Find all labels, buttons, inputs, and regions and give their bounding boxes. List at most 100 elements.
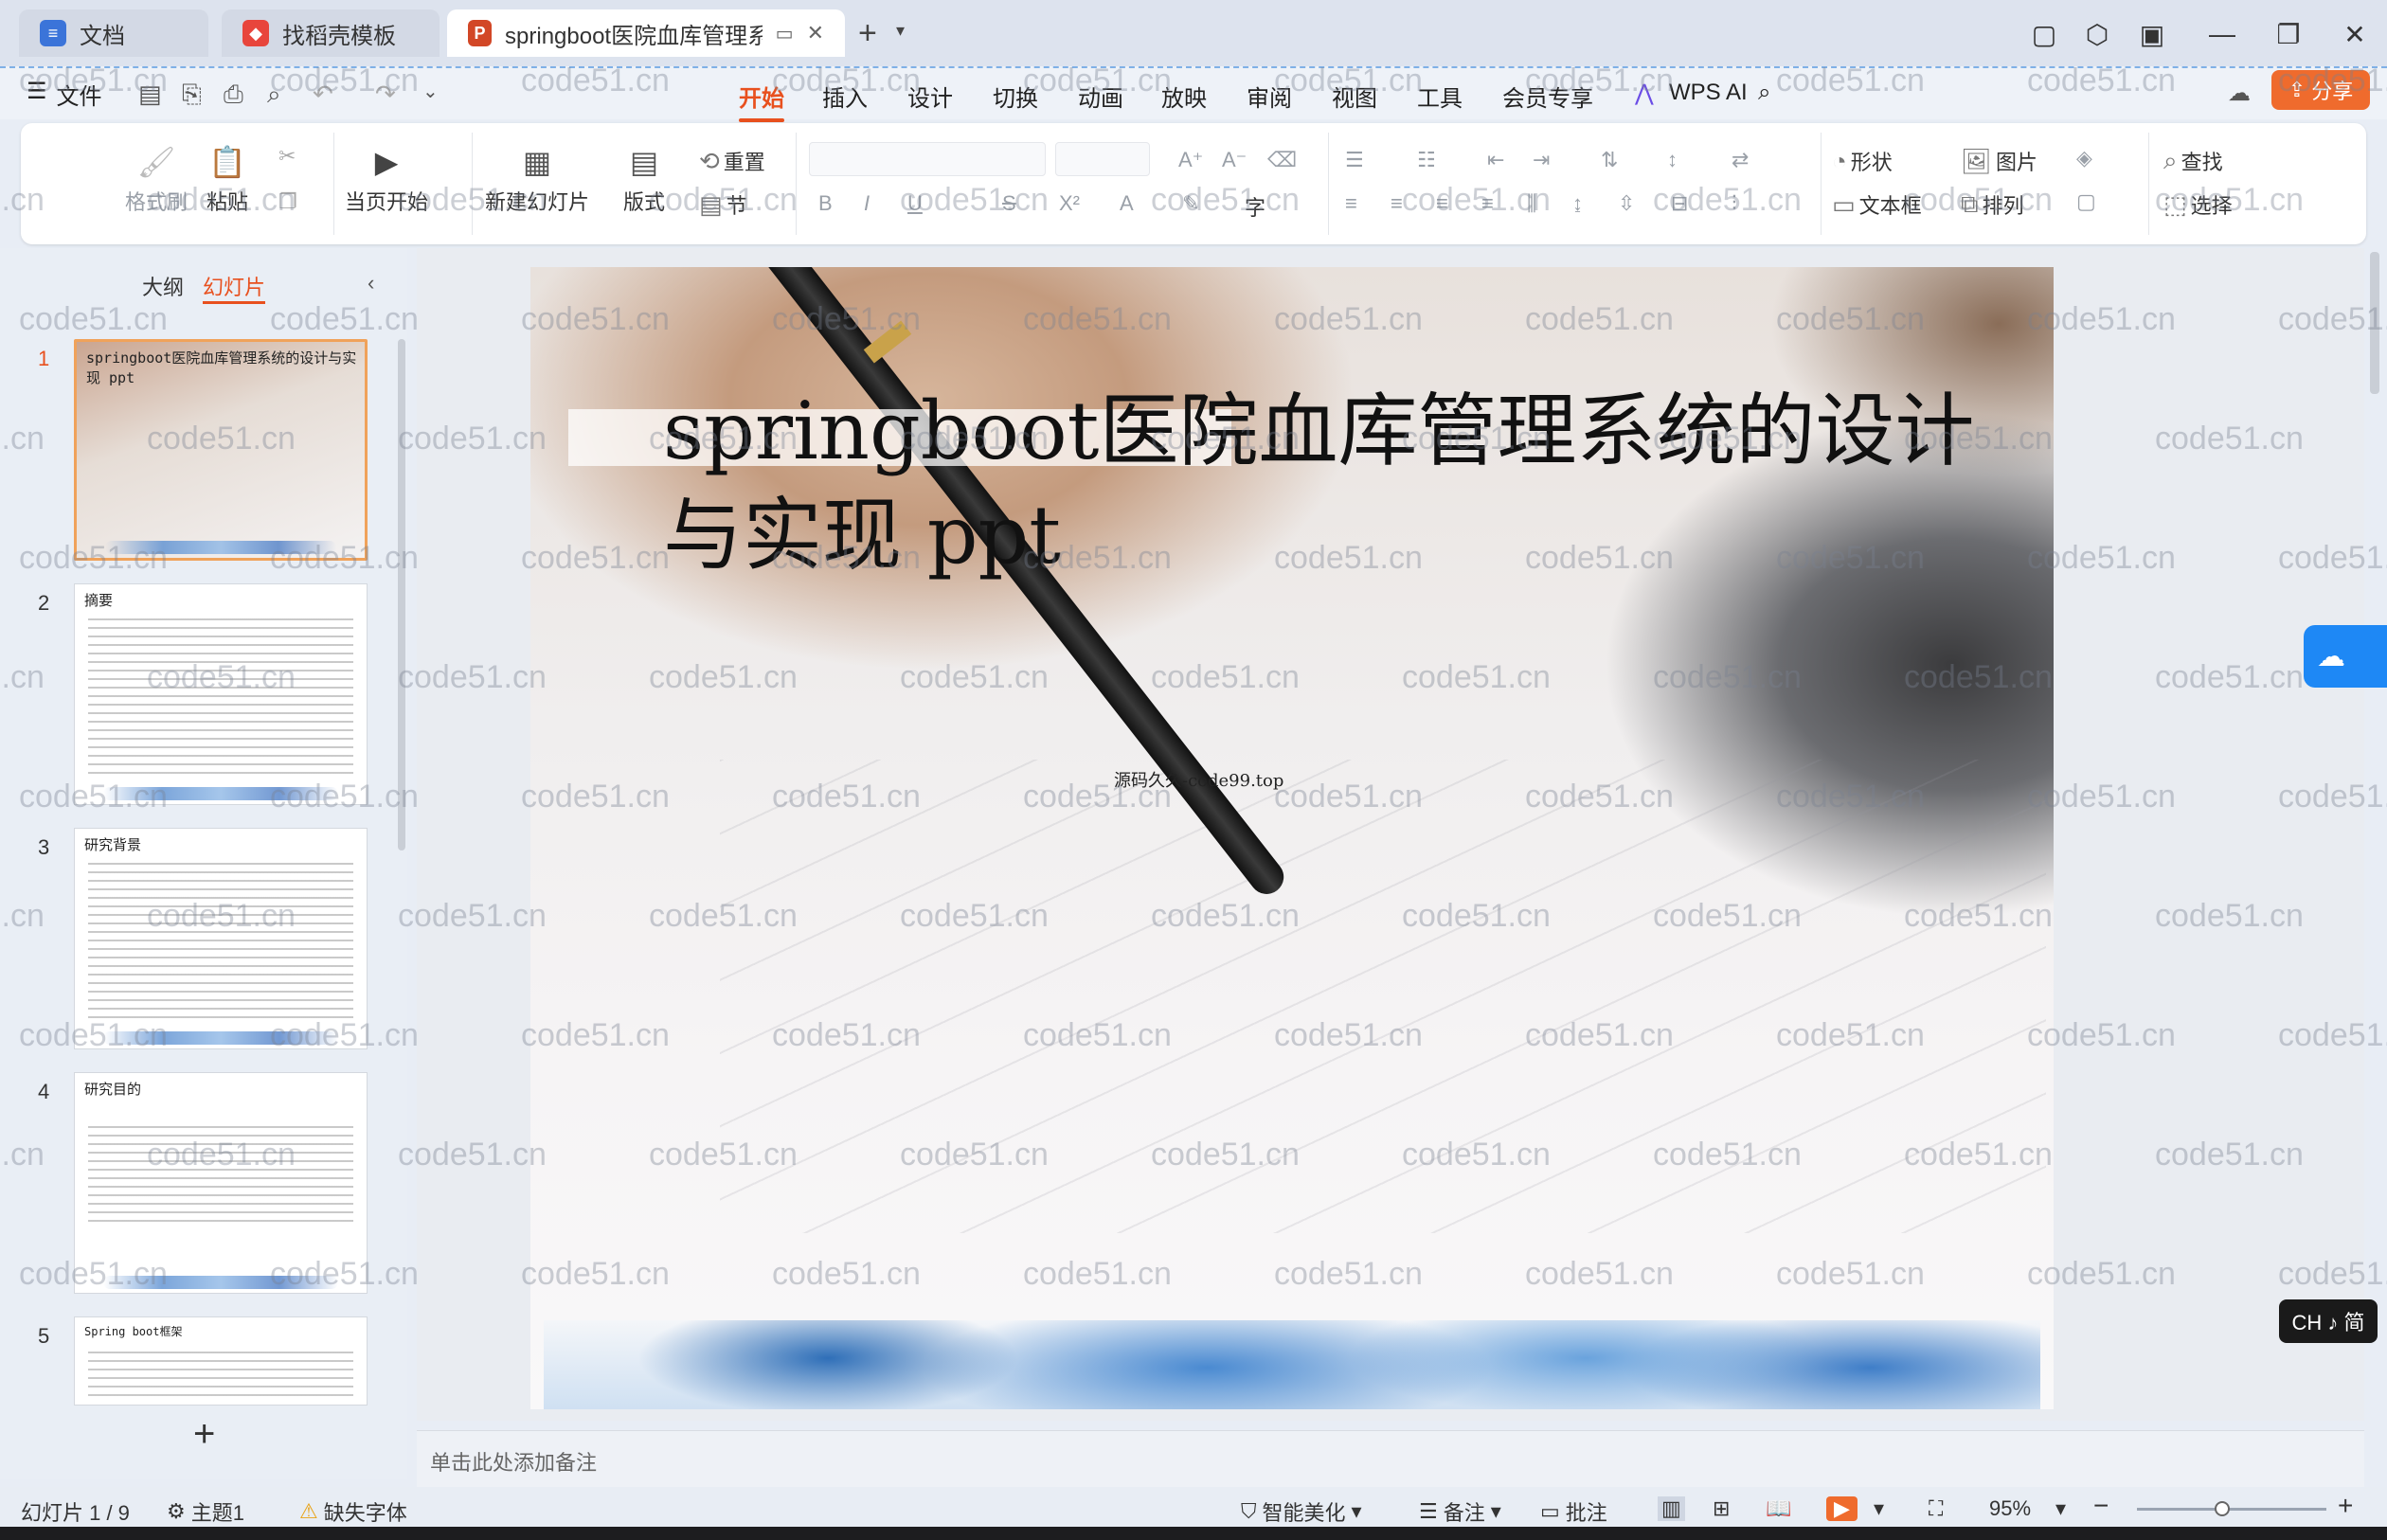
columns-icon[interactable]: ⫶ [1732,191,1737,216]
cut-icon[interactable]: ✂ [278,144,296,169]
tab-documents[interactable]: ≡ 文档 [19,9,208,57]
export-icon[interactable]: ⎘ [182,80,202,110]
redo-icon[interactable]: ↷ [375,80,396,109]
highlight-icon[interactable]: ✎ [1182,191,1199,216]
thumbnail-slide-1[interactable]: springboot医院血库管理系统的设计与实现 ppt [74,339,368,561]
arrange-button[interactable]: ⧉ 排列 [1961,189,2024,220]
fill-icon[interactable]: ◈ [2076,146,2092,170]
menu-tools[interactable]: 工具 [1417,80,1463,113]
vertical-align-icon[interactable]: ⊟ [1671,191,1688,216]
notes-toggle-button[interactable]: ☰ 备注 ▾ [1419,1496,1501,1527]
menu-home[interactable]: 开始 [739,80,784,122]
distribute-icon[interactable]: ⫼ [1527,191,1536,216]
tab-slides[interactable]: 幻灯片 [203,271,266,304]
menu-wps-ai[interactable]: WPS AI [1669,80,1748,106]
strikethrough-button[interactable]: S [1002,191,1016,216]
save-icon[interactable]: ▤ [138,80,162,109]
pinyin-icon[interactable]: 字 [1245,191,1265,222]
format-painter-button[interactable]: 🖌 格式刷 [125,144,188,216]
minimize-icon[interactable]: — [2201,13,2243,55]
chevron-down-icon[interactable]: ▾ [2055,1496,2066,1521]
zoom-out-icon[interactable]: − [2093,1491,2109,1521]
reading-view-icon[interactable]: 📖 [1766,1496,1791,1521]
font-color-icon[interactable]: A [1120,191,1134,216]
text-direction-icon[interactable]: ⇅ [1601,148,1618,172]
convert-icon[interactable]: ⇄ [1732,148,1749,172]
fit-window-icon[interactable]: ⛶ [1929,1496,1943,1521]
align-right-icon[interactable]: ≡ [1436,191,1448,216]
smart-beautify-button[interactable]: ⛉ 智能美化 ▾ [1241,1496,1362,1527]
font-size-select[interactable] [1055,142,1150,176]
close-icon[interactable]: ✕ [807,21,824,45]
indent-decrease-icon[interactable]: ⇤ [1487,148,1504,172]
line-spacing-icon[interactable]: ↨ [1572,191,1583,216]
bold-button[interactable]: B [818,191,833,216]
normal-view-icon[interactable]: ▥ [1658,1496,1685,1521]
select-button[interactable]: ⬚ 选择 [2163,189,2233,220]
sorter-view-icon[interactable]: ⊞ [1713,1496,1730,1521]
share-button[interactable]: ⇪ 分享 [2271,70,2370,110]
menu-design[interactable]: 设计 [907,80,953,113]
tab-screen-icon[interactable]: ▭ [776,22,794,45]
play-slideshow-icon[interactable]: ▶ [1826,1496,1858,1521]
tab-docer-templates[interactable]: ◆ 找稻壳模板 [222,9,440,57]
new-tab-button[interactable]: + [858,15,877,52]
menu-slideshow[interactable]: 放映 [1161,80,1207,113]
add-slide-button[interactable]: + [193,1413,215,1456]
menu-insert[interactable]: 插入 [822,80,868,113]
numbered-list-icon[interactable]: ☷ [1417,148,1436,172]
slide-subtitle[interactable]: 源码久久-code99.top [1114,767,1283,792]
cloud-assistant-button[interactable]: ☁ [2304,625,2387,688]
menu-view[interactable]: 视图 [1332,80,1377,113]
zoom-level[interactable]: 95% [1989,1496,2031,1521]
print-icon[interactable]: ⎙ [224,80,243,110]
clear-format-icon[interactable]: ⌫ [1267,148,1297,172]
menu-transition[interactable]: 切换 [993,80,1038,113]
tab-presentation[interactable]: P springboot医院血库管理系统 ▭ ✕ [447,9,845,57]
font-shrink-icon[interactable]: A⁻ [1222,148,1247,172]
theme-button[interactable]: ⚙ 主题1 [167,1496,244,1527]
maximize-icon[interactable]: ❐ [2268,13,2309,55]
outline-icon[interactable]: ▢ [2076,189,2096,214]
thumbnail-slide-2[interactable]: 摘要 [74,583,368,805]
zoom-in-icon[interactable]: + [2338,1491,2353,1521]
menu-review[interactable]: 审阅 [1247,80,1292,113]
zoom-slider-handle[interactable] [2215,1501,2230,1516]
thumbnail-slide-4[interactable]: 研究目的 [74,1072,368,1294]
justify-icon[interactable]: ≡ [1481,191,1494,216]
italic-button[interactable]: I [864,191,870,216]
search-icon[interactable]: ⌕ [1758,80,1770,106]
cloud-upload-icon[interactable]: ☁ [2228,80,2251,107]
thumbnail-slide-5[interactable]: Spring boot框架 [74,1316,368,1406]
comment-button[interactable]: ▭ 批注 [1540,1496,1607,1527]
cube-icon[interactable]: ⬡ [2076,13,2118,55]
from-current-slide-button[interactable]: ▶ 当页开始 [345,144,428,216]
thumbnail-scrollbar[interactable] [398,339,405,851]
picture-button[interactable]: 🖼 图片 [1961,146,2037,176]
file-menu[interactable]: ☰ 文件 [27,78,102,111]
print-preview-icon[interactable]: ⌕ [267,80,281,110]
zoom-slider[interactable] [2137,1508,2326,1511]
reset-button[interactable]: ⟲ 重置 [699,146,765,176]
chevron-down-icon[interactable]: ▾ [1874,1496,1884,1521]
copy-icon[interactable]: ❐ [278,189,297,214]
current-slide[interactable]: springboot医院血库管理系统的设计与实现 ppt 源码久久-code99… [530,267,2054,1409]
indent-increase-icon[interactable]: ⇥ [1533,148,1550,172]
textbox-button[interactable]: ▭ 文本框 [1832,189,1922,220]
sort-icon[interactable]: ↕ [1667,148,1678,172]
menu-member[interactable]: 会员专享 [1502,80,1593,113]
input-method-indicator[interactable]: CH ♪ 简 [2279,1299,2378,1343]
missing-font-button[interactable]: ⚠ 缺失字体 [299,1496,407,1527]
avatar[interactable]: ▣ [2131,13,2173,55]
notes-pane[interactable]: 单击此处添加备注 [417,1430,2364,1487]
font-grow-icon[interactable]: A⁺ [1178,148,1203,172]
find-button[interactable]: ⌕ 查找 [2163,146,2223,176]
layout-button[interactable]: ▤ 版式 [623,144,665,216]
font-family-select[interactable] [809,142,1046,176]
window-close-icon[interactable]: ✕ [2334,13,2376,55]
paragraph-spacing-icon[interactable]: ⇳ [1618,191,1635,216]
collapse-panel-icon[interactable]: ‹ [368,271,374,295]
section-button[interactable]: ▤ 节 [699,189,747,220]
shape-button[interactable]: ◔ 形状 [1832,146,1893,176]
canvas-scrollbar[interactable] [2370,252,2379,394]
